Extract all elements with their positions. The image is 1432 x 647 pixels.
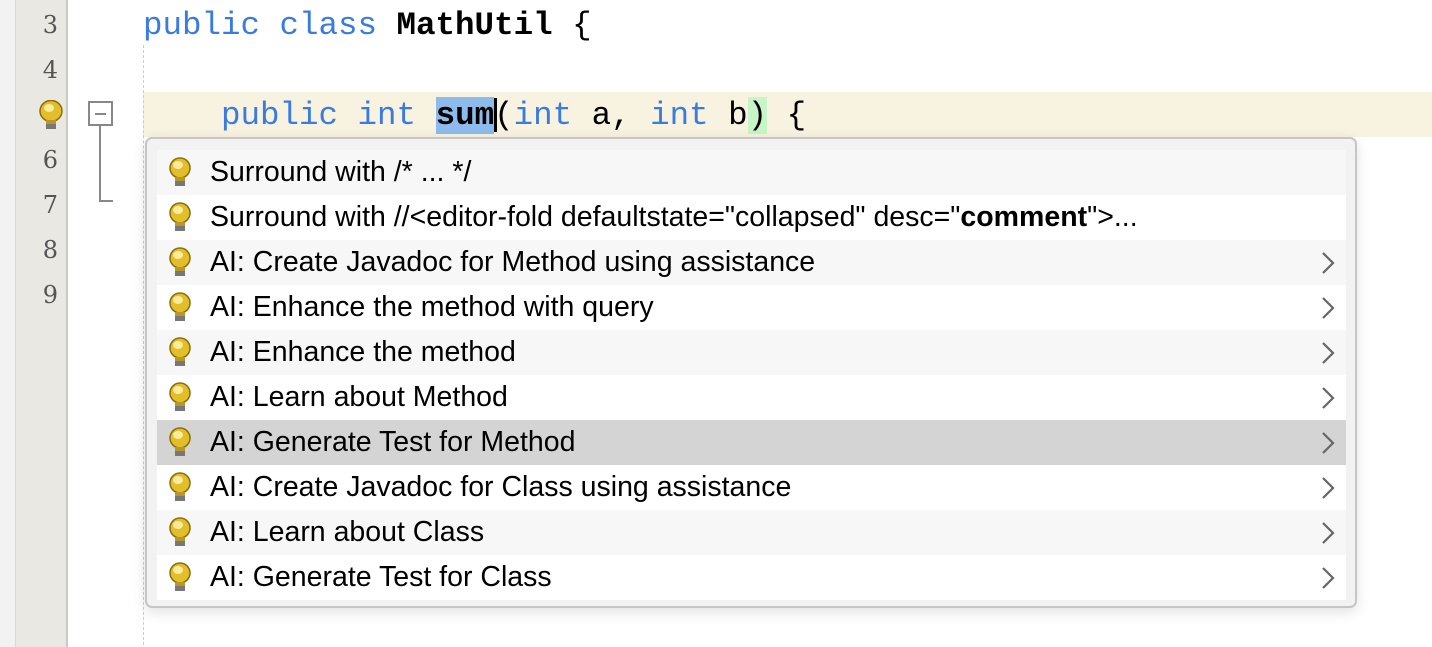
popup-menu-item[interactable]: AI: Generate Test for Method (157, 420, 1346, 465)
code-line-5[interactable]: public int sum(int a, int b) { (143, 93, 806, 138)
lightbulb-icon (169, 561, 191, 591)
popup-menu-item[interactable]: AI: Learn about Method (157, 375, 1346, 420)
lightbulb-icon (169, 246, 191, 276)
keyword: int (650, 97, 709, 134)
menu-item-label: AI: Generate Test for Class (210, 561, 552, 593)
code-text: { (552, 7, 592, 44)
popup-menu-item[interactable]: AI: Enhance the method with query (157, 285, 1346, 330)
menu-item-label: AI: Create Javadoc for Method using assi… (210, 246, 816, 278)
menu-item-label: AI: Learn about Class (210, 516, 485, 548)
menu-item-label: AI: Enhance the method (210, 336, 516, 368)
menu-item-label: Surround with //<editor-fold defaultstat… (210, 201, 1346, 234)
submenu-chevron-icon (1322, 341, 1335, 364)
line-number-gutter: 3 4 6 7 8 9 (16, 0, 68, 647)
code-line-3[interactable]: public class MathUtil { (143, 3, 592, 48)
submenu-chevron-icon (1322, 296, 1335, 319)
keyword: int (513, 97, 573, 134)
menu-item-label: Surround with /* ... */ (210, 156, 472, 188)
popup-menu-item[interactable]: AI: Create Javadoc for Method using assi… (157, 240, 1346, 285)
submenu-chevron-icon (1322, 521, 1335, 544)
label-part: Surround with //<editor-fold defaultstat… (210, 201, 961, 233)
lightbulb-icon (169, 156, 191, 186)
keyword: public int (221, 97, 436, 134)
lightbulb-icon (169, 201, 191, 231)
label-part: ">... (1087, 201, 1138, 233)
open-paren: ( (494, 97, 514, 134)
menu-item-label: AI: Learn about Method (210, 381, 508, 413)
class-name: MathUtil (396, 7, 553, 44)
fold-range-end (99, 200, 113, 202)
label-part: comment (960, 201, 1088, 233)
line-number: 8 (42, 236, 58, 264)
code-text: a, (572, 97, 651, 134)
menu-item-label: AI: Generate Test for Method (210, 426, 576, 458)
popup-menu-item[interactable]: AI: Generate Test for Class (157, 555, 1346, 600)
popup-menu-item[interactable]: Surround with //<editor-fold defaultstat… (157, 195, 1346, 240)
submenu-chevron-icon (1322, 386, 1335, 409)
code-text: { (767, 97, 807, 134)
hints-popup-menu: Surround with /* ... */ Surround with //<… (145, 137, 1357, 608)
popup-menu-item[interactable]: AI: Create Javadoc for Class using assis… (157, 465, 1346, 510)
submenu-chevron-icon (1322, 476, 1335, 499)
keyword: public class (143, 7, 397, 44)
lightbulb-icon (169, 426, 191, 456)
line-number: 7 (42, 191, 58, 219)
fold-range-line (99, 126, 101, 202)
submenu-chevron-icon (1322, 566, 1335, 589)
lightbulb-icon (169, 516, 191, 546)
submenu-chevron-icon (1322, 251, 1335, 274)
code-text: b (708, 97, 748, 134)
popup-menu-item[interactable]: AI: Learn about Class (157, 510, 1346, 555)
line-number: 6 (42, 146, 58, 174)
menu-item-label: AI: Create Javadoc for Class using assis… (210, 471, 792, 503)
line-number: 9 (42, 281, 58, 309)
lightbulb-icon (169, 336, 191, 366)
menu-item-label: AI: Enhance the method with query (210, 291, 654, 323)
matching-bracket: ) (747, 97, 768, 134)
lightbulb-icon (169, 291, 191, 321)
popup-menu-item[interactable]: AI: Enhance the method (157, 330, 1346, 375)
popup-menu-item[interactable]: Surround with /* ... */ (157, 150, 1346, 195)
fold-collapse-toggle[interactable] (88, 101, 113, 126)
lightbulb-icon (169, 471, 191, 501)
submenu-chevron-icon (1322, 431, 1335, 454)
line-number: 4 (42, 56, 58, 84)
left-edge-strip (0, 0, 16, 647)
lightbulb-icon (169, 381, 191, 411)
selected-method-name: sum (435, 97, 495, 134)
lightbulb-hint-icon[interactable] (38, 100, 64, 132)
line-number: 3 (42, 11, 58, 39)
